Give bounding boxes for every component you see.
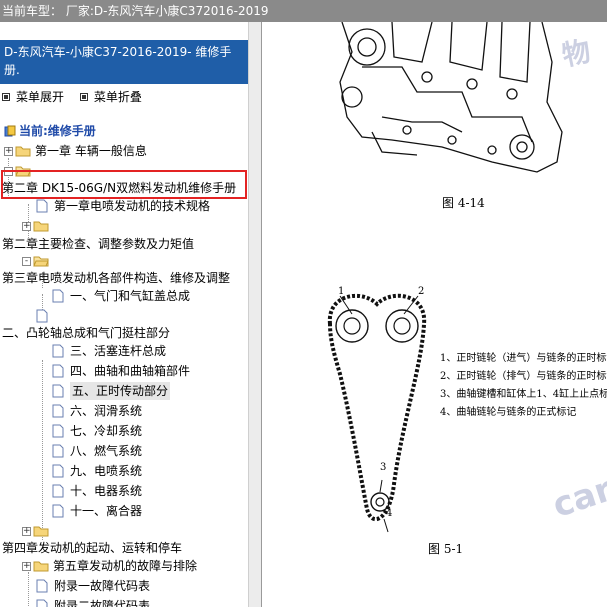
document-icon [36,309,48,323]
tree-item-app1[interactable]: 附录一故障代码表 [36,577,150,595]
document-icon [52,289,64,303]
tree-item-ch2-4-root[interactable]: + [22,522,53,540]
tree-item-label: 九、电喷系统 [70,464,143,478]
tree-item-label: 第五章发动机的故障与排除 [53,559,198,573]
folder-icon [33,561,49,572]
tree-item-label: 八、燃气系统 [70,444,143,458]
figure-legend: 1、正时链轮（进气）与链条的正时标记 2、正时链轮（排气）与链条的正时标记 3、… [440,350,607,422]
tree-item-label: 第二章 DK15-06G/N双燃料发动机维修手册 [2,181,237,195]
tree-item-s11[interactable]: 十一、离合器 [52,502,142,520]
tree-item-ch2-1[interactable]: 第一章电喷发动机的技术规格 [36,197,210,215]
document-icon [52,404,64,418]
collapse-minus-icon[interactable]: - [22,256,31,266]
document-icon [52,444,64,458]
tree-item-label: 附录一故障代码表 [54,579,151,593]
window-title: 当前车型： 厂家:D-东风汽车小康C372016-2019 [0,0,607,22]
tree-item-ch2-3[interactable]: 第三章电喷发动机各部件构造、维修及调整 [2,269,230,287]
figure-caption-top: 图 4-14 [442,196,485,210]
engine-block-figure [339,22,563,173]
document-icon [52,424,64,438]
expand-plus-icon[interactable]: + [22,526,31,536]
legend-item: 3、曲轴键槽和缸体上1、4缸上止点标记 [440,389,607,400]
tree-item-label: 四、曲轴和曲轴箱部件 [70,364,191,378]
tree-item-s8[interactable]: 八、燃气系统 [52,442,142,460]
folder-icon [33,221,49,232]
tree-item-label: 第二章主要检查、调整参数及力矩值 [2,237,195,251]
tree-item-ch1[interactable]: + 第一章 车辆一般信息 [4,142,147,160]
document-icon [52,484,64,498]
tree-item-ch2-5[interactable]: + 第五章发动机的故障与排除 [22,557,197,575]
folder-icon [33,526,49,537]
pane-splitter[interactable] [248,22,262,607]
tree-item-ch2-4[interactable]: 第四章发动机的起动、运转和停车 [2,539,182,557]
document-viewer[interactable]: 物 图 4-14 1 2 3 4 1、正时链轮（进气）与链条的正时标记 2、正时… [262,22,607,607]
tree-item-ch2-3-root[interactable]: - [22,252,53,270]
legend-item: 1、正时链轮（进气）与链条的正时标记 [440,353,607,364]
callout-1: 1 [338,286,345,297]
document-icon [36,599,48,607]
tree-item-s5[interactable]: 五、正时传动部分 [52,382,171,400]
expand-plus-icon[interactable]: + [22,221,31,231]
tree-item-label: 十、电器系统 [70,484,143,498]
tree-item-label: 十一、离合器 [70,504,143,518]
callout-2: 2 [418,286,425,297]
legend-item: 4、曲轴链轮与链条的正式标记 [440,407,577,418]
tree-item-label: 附录二故障代码表 [54,599,151,607]
tree-item-s10[interactable]: 十、电器系统 [52,482,142,500]
document-icon [52,504,64,518]
tree-item-ch2-2[interactable]: 第二章主要检查、调整参数及力矩值 [2,235,194,253]
callout-4: 4 [386,508,393,519]
tree-item-label: 一、气门和气缸盖总成 [70,289,191,303]
tree-item-label-selected: 五、正时传动部分 [70,382,171,400]
tree-item-label: 第一章 车辆一般信息 [35,144,147,158]
tree-item-label: 第一章电喷发动机的技术规格 [54,199,211,213]
callout-3: 3 [380,462,387,473]
open-folder-icon [33,256,49,267]
tree-item-s9[interactable]: 九、电喷系统 [52,462,142,480]
tree-item-s7[interactable]: 七、冷却系统 [52,422,142,440]
document-icon [36,199,48,213]
expand-plus-icon[interactable]: + [22,561,31,571]
document-icon [52,344,64,358]
tree-item-s2[interactable]: 二、凸轮轴总成和气门挺柱部分 [2,324,170,342]
document-icon [36,579,48,593]
tree-item-label: 三、活塞连杆总成 [70,344,167,358]
tree-item-s1[interactable]: 一、气门和气缸盖总成 [52,287,190,305]
document-icon [52,464,64,478]
tree-item-label: 六、润滑系统 [70,404,143,418]
timing-chain-figure [327,293,427,533]
document-icon [52,364,64,378]
tree-item-s3[interactable]: 三、活塞连杆总成 [52,342,166,360]
tree-item-label: 第四章发动机的起动、运转和停车 [2,541,183,555]
folder-icon [15,146,31,157]
tree-item-ch2-2-root[interactable]: + [22,217,53,235]
tree-item-label: 七、冷却系统 [70,424,143,438]
sidebar: D-东风汽车-小康C37-2016-2019- 维修手册. 菜单展开 菜单折叠 … [0,22,248,607]
tree-item-s4[interactable]: 四、曲轴和曲轴箱部件 [52,362,190,380]
navigation-tree: + 第一章 车辆一般信息 - 第二章 DK15-06G/N双燃料发动机维修手册 … [0,22,248,607]
tree-item-s6[interactable]: 六、润滑系统 [52,402,142,420]
expand-plus-icon[interactable]: + [4,146,13,156]
figure-caption-bottom: 图 5-1 [428,542,464,556]
tree-item-label: 第三章电喷发动机各部件构造、维修及调整 [2,271,231,285]
tree-item-s2-doc[interactable] [36,307,54,325]
tree-item-ch2[interactable]: 第二章 DK15-06G/N双燃料发动机维修手册 [2,179,236,197]
watermark-bottom: car3 [547,462,607,526]
legend-item: 2、正时链轮（排气）与链条的正时标记 [440,371,607,382]
tree-item-label: 二、凸轮轴总成和气门挺柱部分 [2,326,171,340]
document-icon [52,384,64,398]
tree-item-app2[interactable]: 附录二故障代码表 [36,597,150,607]
